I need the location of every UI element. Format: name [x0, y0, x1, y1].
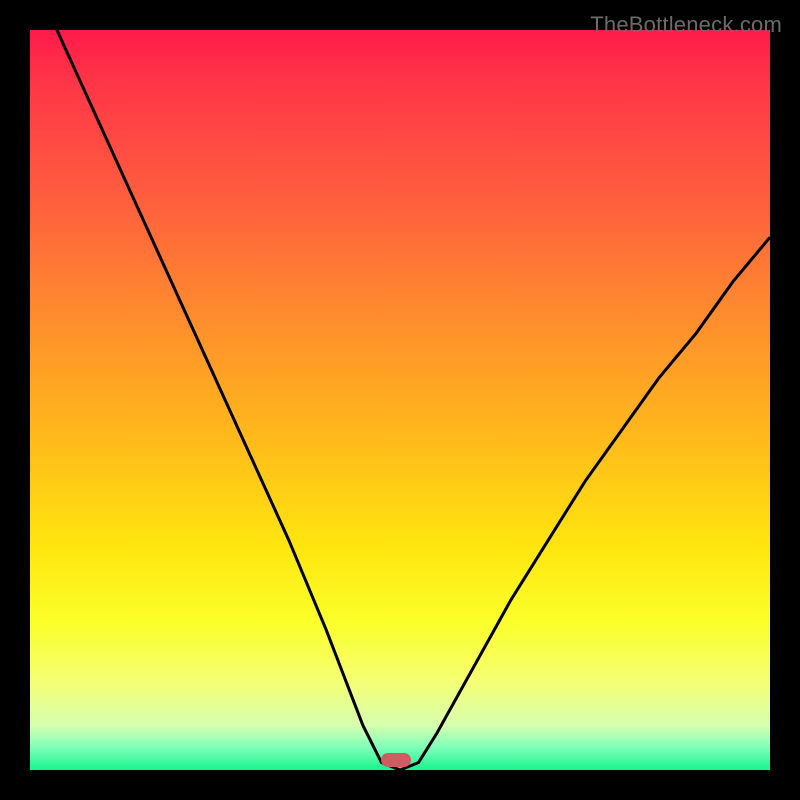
curve-plot	[30, 30, 770, 770]
plot-area	[30, 30, 770, 770]
chart-frame: TheBottleneck.com	[12, 12, 788, 788]
min-marker	[381, 753, 411, 767]
curve-line	[30, 30, 770, 770]
watermark-text: TheBottleneck.com	[590, 12, 782, 38]
